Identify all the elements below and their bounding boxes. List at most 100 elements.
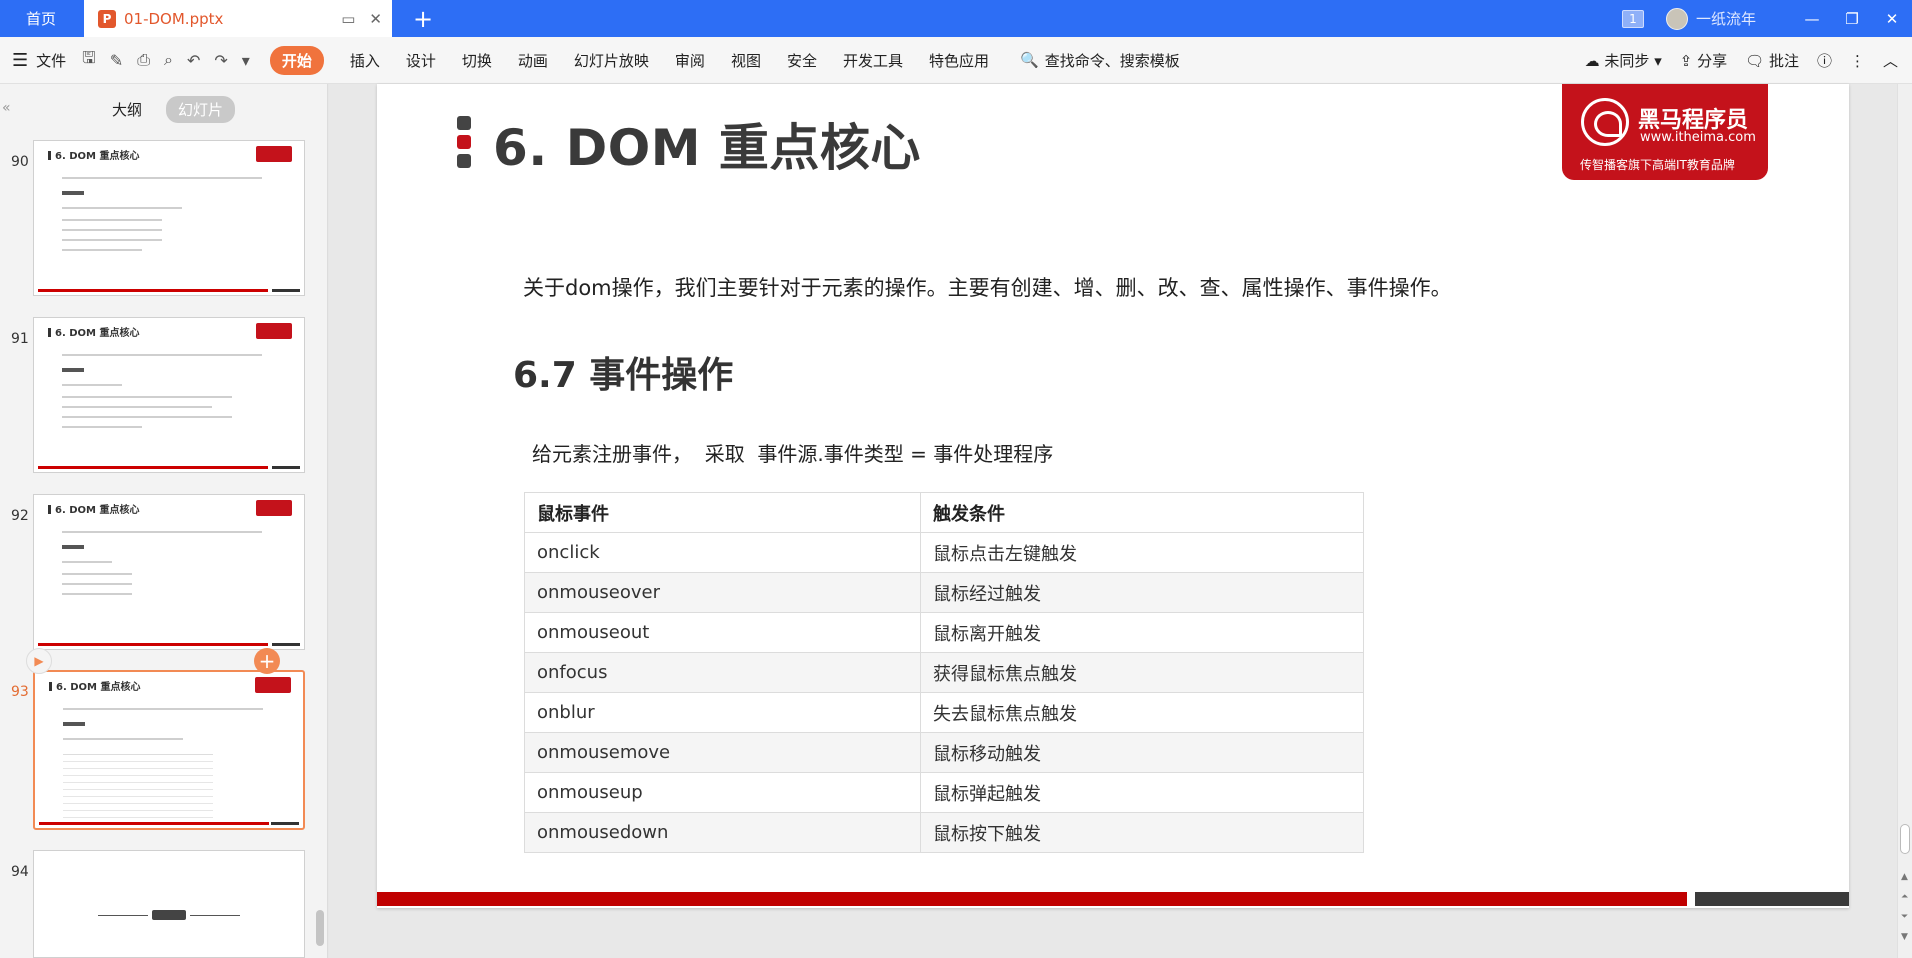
event-name-cell[interactable]: onmouseout: [524, 612, 921, 653]
share-button[interactable]: ⇪ 分享: [1680, 50, 1727, 71]
more-dropdown-icon[interactable]: ▾: [242, 51, 250, 70]
more-options-icon[interactable]: ⋮: [1850, 52, 1865, 70]
footer-red-bar: [377, 892, 1687, 906]
horse-logo-icon: [1581, 98, 1629, 146]
trigger-condition-cell[interactable]: 鼠标按下触发: [920, 812, 1364, 853]
format-painter-icon[interactable]: ✎: [110, 51, 123, 70]
tab-features[interactable]: 特色应用: [929, 50, 989, 71]
tab-outline[interactable]: 大纲: [100, 96, 154, 123]
close-tab-icon[interactable]: ✕: [369, 10, 382, 28]
tab-slides[interactable]: 幻灯片: [166, 96, 236, 123]
collapse-ribbon-icon[interactable]: ︿: [1883, 50, 1898, 71]
trigger-condition-cell[interactable]: 获得鼠标焦点触发: [920, 652, 1364, 693]
section-title[interactable]: 6.7 事件操作: [513, 346, 733, 398]
slide-thumbnail-preview[interactable]: 6. DOM 重点核心: [33, 670, 305, 830]
slide-thumbnail-preview[interactable]: 6. DOM 重点核心: [33, 140, 305, 296]
thumbnail-scrollbar[interactable]: [314, 130, 326, 958]
mouse-events-table[interactable]: 鼠标事件 触发条件 onclick 鼠标点击左键触发 onmouseover 鼠…: [524, 492, 1364, 853]
print-icon[interactable]: ⎙: [137, 50, 150, 70]
trigger-condition-cell[interactable]: 失去鼠标焦点触发: [920, 692, 1364, 733]
slide-thumbnail-preview[interactable]: 6. DOM 重点核心: [33, 494, 305, 650]
command-search[interactable]: 🔍 查找命令、搜索模板: [1020, 50, 1180, 71]
trigger-condition-cell[interactable]: 鼠标点击左键触发: [920, 532, 1364, 573]
avatar[interactable]: [1665, 7, 1688, 30]
scroll-down-icon[interactable]: ▼: [1901, 932, 1908, 942]
save-icon[interactable]: 🖫: [82, 47, 96, 74]
scroll-up-icon[interactable]: ▲: [1901, 872, 1908, 882]
tab-animation[interactable]: 动画: [518, 50, 548, 71]
trigger-condition-cell[interactable]: 鼠标移动触发: [920, 732, 1364, 773]
add-slide-icon[interactable]: +: [254, 648, 280, 674]
undo-icon[interactable]: ↶: [187, 51, 200, 70]
tab-security[interactable]: 安全: [787, 50, 817, 71]
table-row: onmousemove 鼠标移动触发: [524, 732, 1364, 773]
tab-slideshow[interactable]: 幻灯片放映: [574, 50, 649, 71]
slide-number: 91: [11, 331, 29, 347]
document-tab[interactable]: P 01-DOM.pptx ▭ ✕: [84, 0, 392, 37]
user-name[interactable]: 一纸流年: [1696, 8, 1756, 29]
title-bar: 首页 P 01-DOM.pptx ▭ ✕ + 1 一纸流年 — ❐ ✕: [0, 0, 1912, 37]
tab-transition[interactable]: 切换: [462, 50, 492, 71]
slide-number: 92: [11, 508, 29, 524]
tab-design[interactable]: 设计: [406, 50, 436, 71]
window-count-badge[interactable]: 1: [1621, 9, 1644, 28]
home-tab[interactable]: 首页: [0, 0, 82, 37]
help-icon[interactable]: ⓘ: [1817, 50, 1832, 71]
table-row: onmouseout 鼠标离开触发: [524, 612, 1364, 653]
event-name-cell[interactable]: onmouseup: [524, 772, 921, 813]
event-name-cell[interactable]: onblur: [524, 692, 921, 733]
close-window-icon[interactable]: ✕: [1872, 0, 1912, 37]
current-slide[interactable]: 6. DOM 重点核心 黑马程序员 www.itheima.com 传智播客旗下…: [377, 84, 1849, 908]
redo-icon[interactable]: ↷: [214, 51, 227, 70]
slide-thumbnail-preview[interactable]: 6. DOM 重点核心: [33, 317, 305, 473]
event-name-cell[interactable]: onmousemove: [524, 732, 921, 773]
document-tab-label: 01-DOM.pptx: [124, 9, 224, 28]
new-tab-button[interactable]: +: [408, 0, 438, 37]
table-header[interactable]: 鼠标事件: [524, 492, 921, 533]
vertical-scrollbar[interactable]: ▲ ⏶ ⏷ ▼: [1897, 84, 1912, 958]
menu-icon: ☰: [12, 49, 29, 71]
event-name-cell[interactable]: onmousedown: [524, 812, 921, 853]
table-row: onblur 失去鼠标焦点触发: [524, 692, 1364, 733]
share-icon: ⇪: [1679, 52, 1693, 70]
table-header[interactable]: 触发条件: [920, 492, 1364, 533]
tab-insert[interactable]: 插入: [350, 50, 380, 71]
trigger-condition-cell[interactable]: 鼠标经过触发: [920, 572, 1364, 613]
trigger-condition-cell[interactable]: 鼠标弹起触发: [920, 772, 1364, 813]
slide-thumbnail-preview[interactable]: [33, 850, 305, 958]
next-slide-icon[interactable]: ⏷: [1901, 912, 1908, 922]
event-name-cell[interactable]: onmouseover: [524, 572, 921, 613]
trigger-condition-cell[interactable]: 鼠标离开触发: [920, 612, 1364, 653]
brand-logo[interactable]: 黑马程序员 www.itheima.com 传智播客旗下高端IT教育品牌: [1562, 84, 1768, 180]
slide-number: 90: [11, 154, 29, 170]
brand-url: www.itheima.com: [1640, 130, 1756, 145]
thumbnail-title: 6. DOM 重点核心: [48, 147, 139, 162]
scrollbar-thumb[interactable]: [1900, 824, 1910, 854]
file-menu[interactable]: ☰ 文件: [0, 50, 66, 71]
tab-review[interactable]: 审阅: [675, 50, 705, 71]
tab-home[interactable]: 开始: [269, 45, 324, 75]
restore-icon[interactable]: ❐: [1832, 0, 1872, 37]
sync-button[interactable]: ☁ 未同步 ▾: [1585, 50, 1662, 71]
print-preview-icon[interactable]: ⌕: [164, 50, 173, 70]
formula-text[interactable]: 给元素注册事件， 采取 事件源.事件类型 = 事件处理程序: [532, 438, 1053, 467]
footer-dark-bar: [1695, 892, 1849, 906]
mini-table: [63, 754, 213, 822]
intro-text[interactable]: 关于dom操作，我们主要针对于元素的操作。主要有创建、增、删、改、查、属性操作、…: [523, 272, 1452, 302]
event-name-cell[interactable]: onfocus: [524, 652, 921, 693]
tab-developer[interactable]: 开发工具: [843, 50, 903, 71]
cloud-icon: ☁: [1584, 52, 1600, 70]
tab-view[interactable]: 视图: [731, 50, 761, 71]
slide-title[interactable]: 6. DOM 重点核心: [493, 108, 921, 180]
title-decoration: [457, 116, 471, 173]
event-name-cell[interactable]: onclick: [524, 532, 921, 573]
comment-button[interactable]: 🗨 批注: [1745, 50, 1799, 71]
brand-logo: [94, 909, 244, 921]
play-icon[interactable]: ▶: [26, 648, 52, 674]
collapse-panel-icon[interactable]: «: [2, 100, 11, 116]
thumbnail-title: 6. DOM 重点核心: [48, 324, 139, 339]
slide-thumbnail-panel: « 大纲 幻灯片 90 6. DOM 重点核心 91 6. DOM 重点核心 9…: [0, 84, 328, 958]
previous-slide-icon[interactable]: ⏶: [1901, 892, 1908, 902]
window-mode-icon[interactable]: ▭: [341, 10, 355, 28]
minimize-icon[interactable]: —: [1792, 0, 1832, 37]
